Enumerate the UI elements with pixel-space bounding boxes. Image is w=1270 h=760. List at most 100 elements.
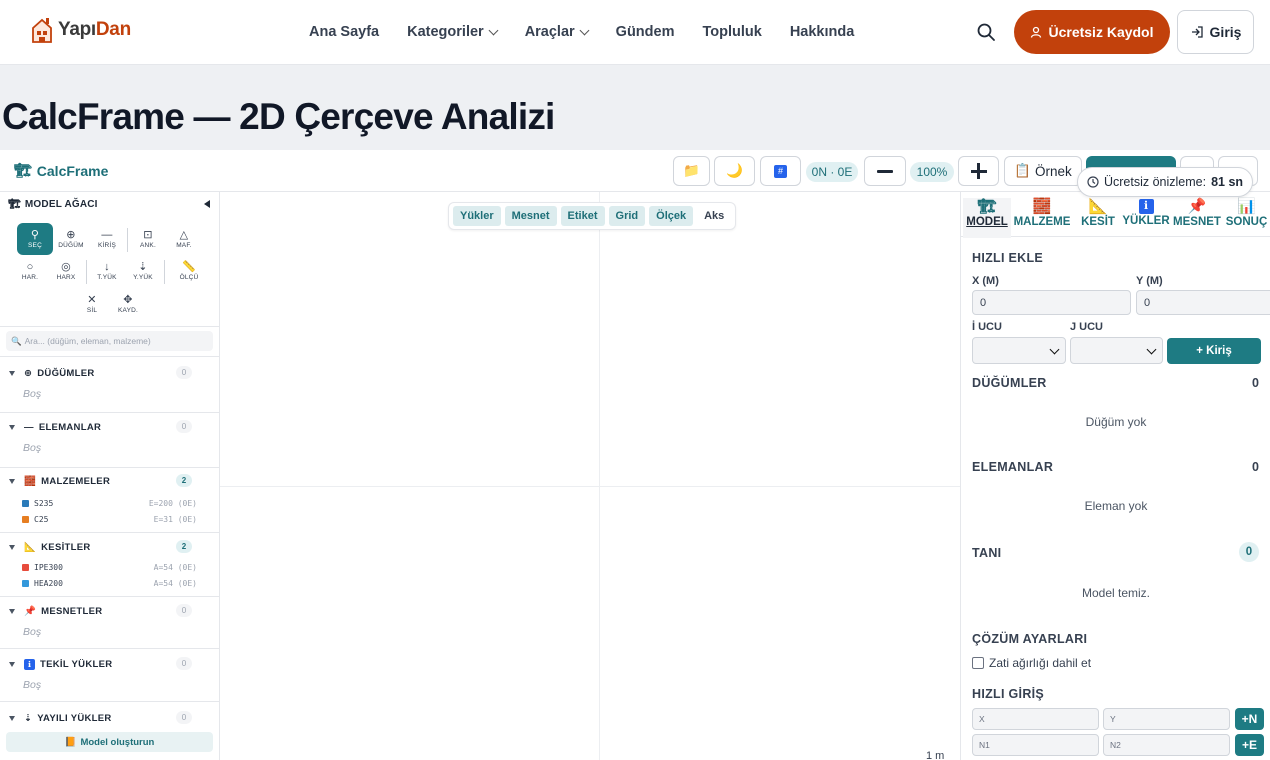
collapse-panel-icon[interactable] <box>204 200 210 208</box>
search-icon[interactable] <box>976 22 996 42</box>
chevron-down-icon <box>488 25 499 35</box>
layer-supports-toggle[interactable]: Mesnet <box>504 206 557 226</box>
tool-delete[interactable]: ✕ SİL <box>74 288 110 320</box>
quick-n2-input[interactable]: N2 <box>1103 734 1230 756</box>
section-materials[interactable]: 🧱 MALZEMELER 2 S235 E=200 (0E) C25 E=31 (0E… <box>0 474 219 530</box>
i-end-select[interactable] <box>972 337 1066 364</box>
section-elements[interactable]: — ELEMANLAR 0 Boş <box>0 420 219 467</box>
tab-results[interactable]: 📊 SONUÇ <box>1223 198 1270 238</box>
add-node-button[interactable]: +N <box>1235 708 1264 730</box>
tab-supports[interactable]: 📌 MESNET <box>1171 198 1223 238</box>
tool-separator <box>86 260 87 284</box>
layer-labels-toggle[interactable]: Etiket <box>560 206 605 226</box>
section-point-loads[interactable]: ℹ TEKİL YÜKLER 0 Boş <box>0 657 219 701</box>
nav-community[interactable]: Topluluk <box>702 24 761 40</box>
preview-timer-badge: Ücretsiz önizleme: 81 sn <box>1077 167 1253 197</box>
zoom-in-button[interactable] <box>958 156 999 186</box>
tree-search-input[interactable]: 🔍 Ara... (düğüm, eleman, malzeme) <box>6 331 213 351</box>
y-input[interactable]: 0 <box>1136 290 1270 315</box>
login-icon <box>1191 26 1203 38</box>
divider <box>0 701 219 702</box>
divider <box>0 356 219 357</box>
divider <box>0 326 219 327</box>
x-input[interactable]: 0 <box>972 290 1131 315</box>
top-navbar: YapıDan Ana Sayfa Kategoriler Araçlar Gü… <box>0 0 1270 65</box>
tab-section[interactable]: 📐 KESİT <box>1074 198 1122 238</box>
tool-select[interactable]: ⚲ SEÇ <box>17 223 53 255</box>
caret-down-icon <box>9 662 15 667</box>
tab-model[interactable]: 🏗 MODEL <box>963 198 1011 238</box>
tool-fixed-support[interactable]: ⊡ ANK. <box>130 223 166 255</box>
nav-categories[interactable]: Kategoriler <box>407 24 499 40</box>
save-button[interactable]: 📁 <box>673 156 710 186</box>
nav-home[interactable]: Ana Sayfa <box>309 24 379 40</box>
empty-state: Boş <box>23 626 42 638</box>
divider <box>0 596 219 597</box>
section-supports[interactable]: 📌 MESNETLER 0 Boş <box>0 604 219 648</box>
section-distributed-loads[interactable]: ⇣ YAYILI YÜKLER 0 <box>0 711 219 733</box>
node-icon: ⊕ <box>24 368 33 379</box>
list-item[interactable]: S235 E=200 (0E) <box>22 499 197 508</box>
tool-measure[interactable]: 📏 ÖLÇÜ <box>171 255 207 287</box>
register-button[interactable]: Ücretsiz Kaydol <box>1014 10 1170 54</box>
grid-toggle-button[interactable]: # <box>760 156 801 186</box>
nav-agenda[interactable]: Gündem <box>616 24 675 40</box>
quick-input-heading: HIZLI GİRİŞ <box>972 687 1045 701</box>
list-item[interactable]: C25 E=31 (0E) <box>22 515 197 524</box>
j-end-select[interactable] <box>1070 337 1163 364</box>
tool-point-load[interactable]: ↓ T.YÜK <box>89 255 125 287</box>
tool-node[interactable]: ⊕ DÜĞÜM <box>53 223 89 255</box>
example-button[interactable]: 📋 Örnek <box>1004 156 1082 186</box>
color-swatch <box>22 500 29 507</box>
layer-loads-toggle[interactable]: Yükler <box>453 206 501 226</box>
drawing-canvas[interactable]: Yükler Mesnet Etiket Grid Ölçek Aks 1 m <box>220 192 960 760</box>
empty-state: Boş <box>23 679 42 691</box>
quick-y-input[interactable]: Y <box>1103 708 1230 730</box>
section-header: ⊕ DÜĞÜMLER <box>9 368 95 379</box>
quick-x-input[interactable]: X <box>972 708 1099 730</box>
nav-about[interactable]: Hakkında <box>790 24 854 40</box>
site-logo[interactable]: YapıDan <box>30 16 131 44</box>
checkbox[interactable] <box>972 657 984 669</box>
tool-move[interactable]: ✥ KAYD. <box>110 288 146 320</box>
clock-icon <box>1087 176 1099 188</box>
tool-pin-support[interactable]: △ MAF. <box>166 223 202 255</box>
tool-roller-x[interactable]: ◎ HARX <box>48 255 84 287</box>
list-item[interactable]: HEA200 A=54 (0E) <box>22 579 197 588</box>
zoom-out-button[interactable] <box>864 156 906 186</box>
create-model-button[interactable]: 📙 Model oluşturun <box>6 732 213 752</box>
beam-icon: — <box>101 228 113 241</box>
ruler-icon: 📏 <box>182 260 196 273</box>
caret-down-icon <box>9 479 15 484</box>
tool-distributed-load[interactable]: ⇣ Y.YÜK <box>125 255 161 287</box>
add-element-button[interactable]: +E <box>1235 734 1264 756</box>
layer-grid-toggle[interactable]: Grid <box>608 206 646 226</box>
caret-down-icon <box>9 371 15 376</box>
count-badge: 0 <box>176 420 192 433</box>
tab-material[interactable]: 🧱 MALZEME <box>1011 198 1073 238</box>
list-item[interactable]: IPE300 A=54 (0E) <box>22 563 197 572</box>
section-sections[interactable]: 📐 KESİTLER 2 IPE300 A=54 (0E) HEA200 A=54 (… <box>0 540 219 596</box>
add-beam-button[interactable]: + Kiriş <box>1167 338 1261 364</box>
layer-scale-toggle[interactable]: Ölçek <box>649 206 694 226</box>
moon-icon: 🌙 <box>726 163 743 178</box>
layer-axes-toggle[interactable]: Aks <box>697 206 732 226</box>
quick-n1-input[interactable]: N1 <box>972 734 1099 756</box>
model-tree-panel: 🏗 MODEL AĞACI ⚲ SEÇ ⊕ DÜĞÜM — KİRİŞ ⊡ ANK. △… <box>0 192 220 760</box>
solver-settings-heading: ÇÖZÜM AYARLARI <box>972 632 1088 646</box>
tool-beam[interactable]: — KİRİŞ <box>89 223 125 255</box>
distributed-load-icon: ⇣ <box>24 713 33 724</box>
self-weight-checkbox[interactable]: Zati ağırlığı dahil et <box>972 656 1091 670</box>
login-button[interactable]: Giriş <box>1177 10 1254 54</box>
layer-toggle-bar: Yükler Mesnet Etiket Grid Ölçek Aks <box>448 202 737 230</box>
section-nodes[interactable]: ⊕ DÜĞÜMLER 0 Boş <box>0 366 219 412</box>
nav-tools[interactable]: Araçlar <box>525 24 590 40</box>
elements-count: 0 <box>1252 460 1259 474</box>
empty-state: Boş <box>23 442 42 454</box>
dark-mode-button[interactable]: 🌙 <box>714 156 755 186</box>
tab-loads[interactable]: ℹ YÜKLER <box>1121 198 1171 238</box>
frame-icon: 🏗 <box>14 162 32 178</box>
panel-tabs: 🏗 MODEL 🧱 MALZEME 📐 KESİT ℹ YÜKLER 📌 MESNET 📊… <box>961 192 1270 238</box>
tool-roller[interactable]: ○ HAR. <box>12 255 48 287</box>
count-badge: 0 <box>176 657 192 670</box>
